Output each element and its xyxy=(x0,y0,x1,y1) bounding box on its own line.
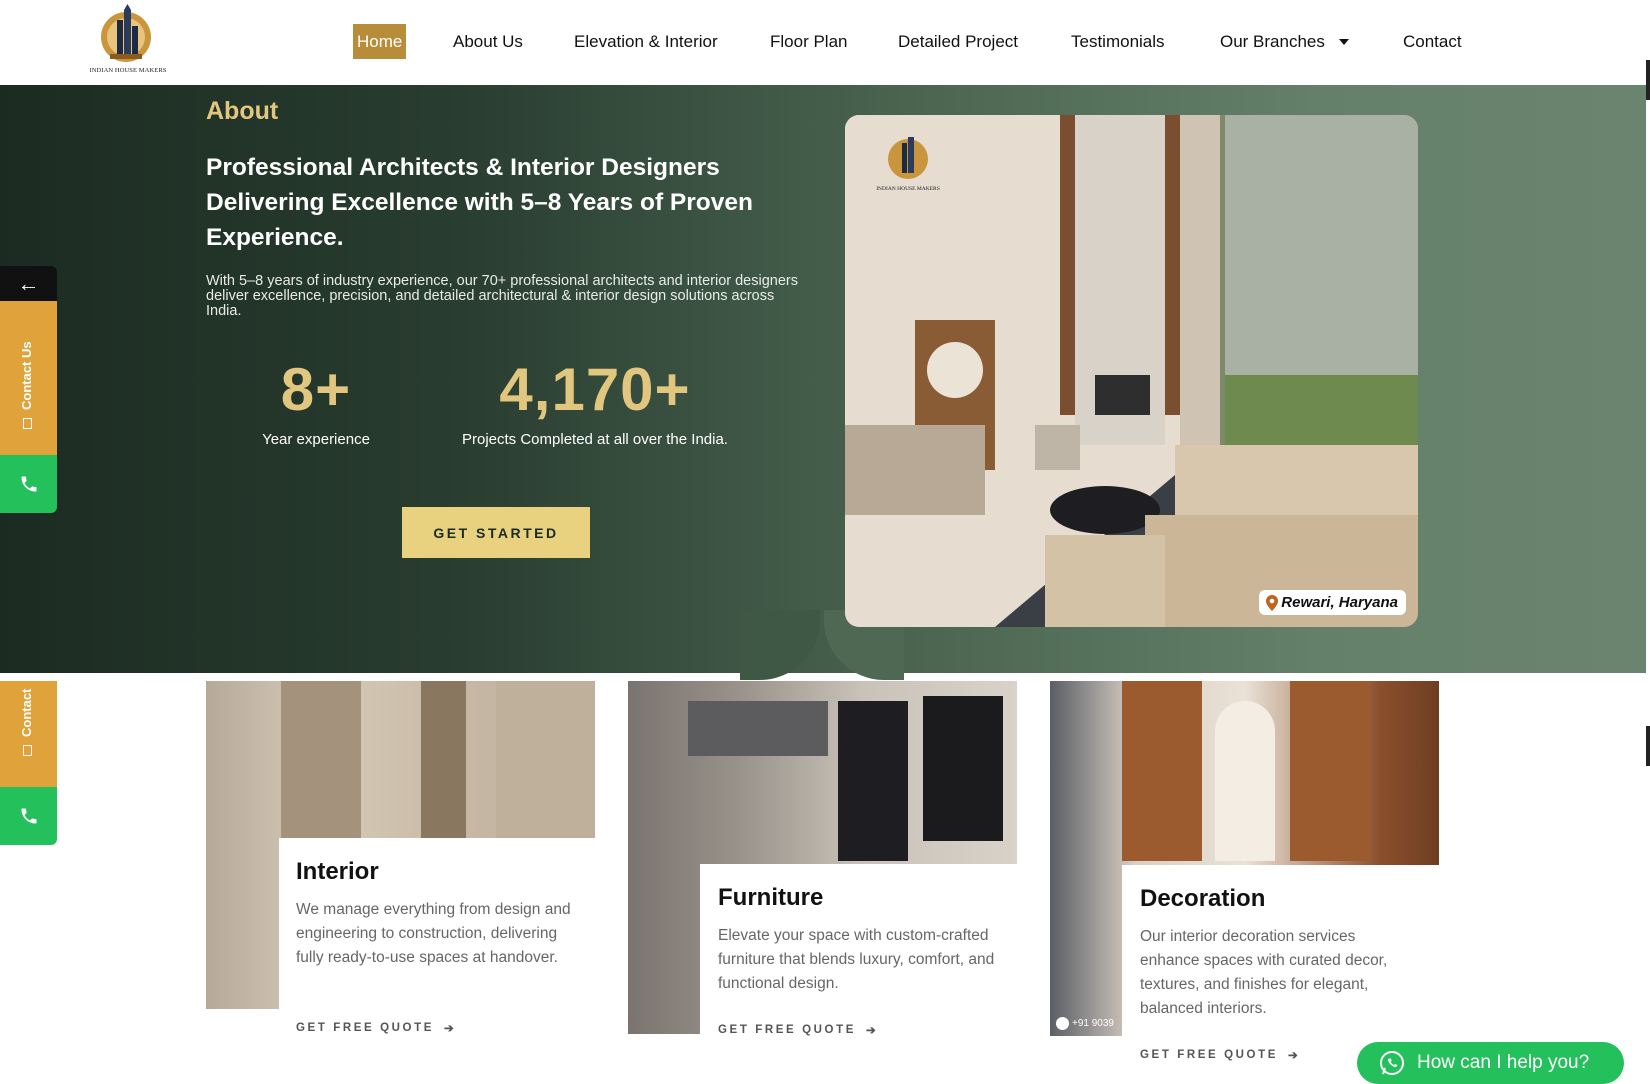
nav-home[interactable]: Home xyxy=(353,24,407,59)
logo-text: INDIAN HOUSE MAKERS xyxy=(89,67,167,74)
stat-years-value: 8+ xyxy=(280,356,352,423)
side-contact-label-lower: Contact xyxy=(19,689,34,756)
get-started-button[interactable]: GET STARTED xyxy=(402,507,590,558)
section-label-about: About xyxy=(206,97,279,125)
scrollbar-marker-top[interactable] xyxy=(1646,60,1650,100)
scrollbar-marker-bottom[interactable] xyxy=(1646,726,1650,766)
logo-emblem-icon xyxy=(101,4,151,62)
arrow-right-icon: ➔ xyxy=(1288,1050,1301,1062)
decoration-card-title: Decoration xyxy=(1140,885,1266,912)
decoration-card-quote-label: GET FREE QUOTE xyxy=(1140,1049,1278,1061)
location-badge: Rewari, Haryana xyxy=(1259,590,1406,615)
stat-years-label: Year experience xyxy=(262,431,370,448)
location-text: Rewari, Haryana xyxy=(1281,594,1398,611)
side-contact-tab-lower[interactable]: Contact xyxy=(0,681,57,787)
top-navbar: INDIAN HOUSE MAKERS Home About Us Elevat… xyxy=(0,0,1650,85)
furniture-card-title: Furniture xyxy=(718,884,824,911)
nav-testimonials[interactable]: Testimonials xyxy=(1071,24,1165,59)
chevron-down-icon xyxy=(1338,38,1349,45)
hero-description: With 5–8 years of industry experience, o… xyxy=(206,273,798,319)
watermark-text: INDIAN HOUSE MAKERS xyxy=(876,186,940,192)
arrow-right-icon: ➔ xyxy=(866,1025,879,1037)
stat-projects-value: 4,170+ xyxy=(499,356,691,423)
side-phone-button[interactable] xyxy=(0,455,57,513)
side-contact-us-label: Contact Us xyxy=(19,341,34,429)
side-phone-button-lower[interactable] xyxy=(0,787,57,845)
interior-card-text: We manage everything from design and eng… xyxy=(296,901,571,966)
map-pin-icon xyxy=(1266,594,1279,611)
decoration-card-quote-link[interactable]: GET FREE QUOTE ➔ xyxy=(1140,1048,1300,1062)
whatsapp-chat-label: How can I help you? xyxy=(1417,1052,1590,1073)
nav-detailed-project[interactable]: Detailed Project xyxy=(898,24,1018,59)
interior-card-title: Interior xyxy=(296,858,379,885)
interior-card-quote-link[interactable]: GET FREE QUOTE ➔ xyxy=(296,1021,456,1035)
brand-logo[interactable]: INDIAN HOUSE MAKERS xyxy=(88,2,168,80)
whatsapp-chat-button[interactable]: How can I help you? xyxy=(1357,1042,1624,1084)
image-watermark-logo: INDIAN HOUSE MAKERS xyxy=(873,133,943,192)
decoration-card-text: Our interior decoration services enhance… xyxy=(1140,928,1388,1017)
decoration-image-phone: +91 9039 xyxy=(1056,1017,1114,1030)
hero-interior-image: INDIAN HOUSE MAKERS Rewari, Haryana xyxy=(845,115,1418,627)
whatsapp-icon xyxy=(1380,1051,1404,1075)
hero-title: Professional Architects & Interior Desig… xyxy=(206,154,753,251)
watermark-emblem-icon xyxy=(888,137,928,179)
nav-contact[interactable]: Contact xyxy=(1403,24,1462,59)
nav-about-us[interactable]: About Us xyxy=(453,24,523,59)
nav-our-branches[interactable]: Our Branches xyxy=(1220,24,1349,59)
side-contact-us-tab[interactable]: Contact Us xyxy=(0,301,57,455)
stat-projects-label: Projects Completed at all over the India… xyxy=(462,431,728,448)
arrow-right-icon: ➔ xyxy=(444,1023,457,1035)
nav-floor-plan[interactable]: Floor Plan xyxy=(770,24,847,59)
phone-icon xyxy=(21,476,36,492)
interior-card-quote-label: GET FREE QUOTE xyxy=(296,1022,434,1034)
furniture-card-quote-link[interactable]: GET FREE QUOTE ➔ xyxy=(718,1023,878,1037)
mail-icon xyxy=(23,418,33,429)
side-widget-toggle-arrow[interactable]: ← xyxy=(0,266,57,301)
nav-elevation-interior[interactable]: Elevation & Interior xyxy=(574,24,718,59)
mail-icon xyxy=(23,745,33,756)
nav-our-branches-label: Our Branches xyxy=(1220,31,1325,51)
phone-icon xyxy=(21,808,36,824)
furniture-card-quote-label: GET FREE QUOTE xyxy=(718,1024,856,1036)
whatsapp-mini-icon xyxy=(1056,1017,1069,1030)
furniture-card-text: Elevate your space with custom-crafted f… xyxy=(718,927,995,992)
